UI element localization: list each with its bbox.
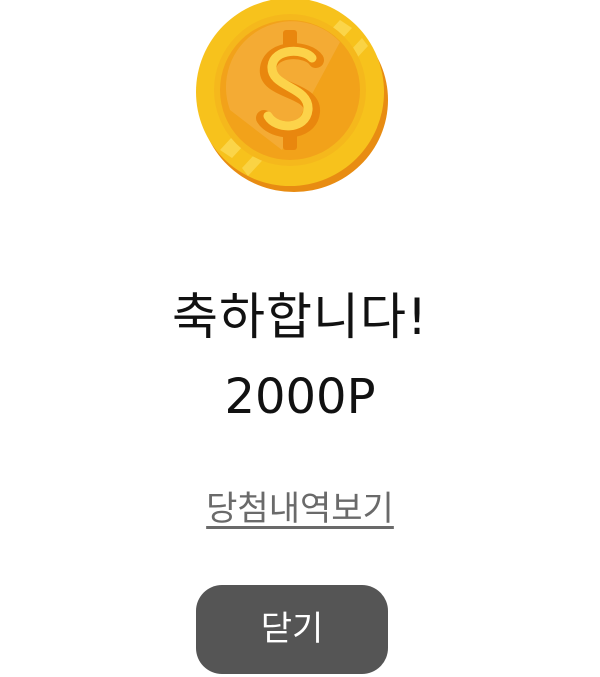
congrats-title: 축하합니다! <box>171 288 429 346</box>
reward-dialog: 축하합니다! 2000P 당첨내역보기 닫기 <box>0 0 600 677</box>
view-history-link[interactable]: 당첨내역보기 <box>0 486 600 532</box>
reward-amount: 2000P <box>224 369 376 425</box>
dollar-coin-icon <box>190 0 394 196</box>
close-button[interactable]: 닫기 <box>196 585 388 674</box>
